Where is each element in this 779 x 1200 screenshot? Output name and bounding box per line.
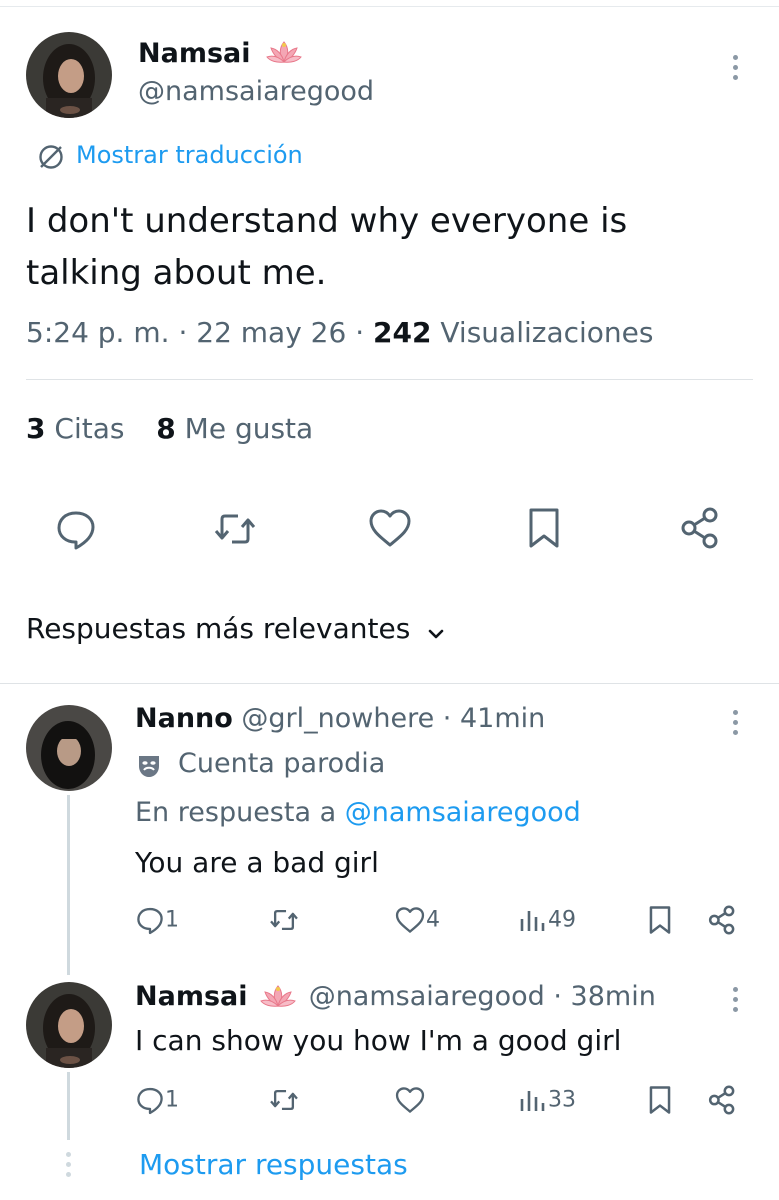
views-chart-icon (518, 905, 548, 935)
thread-line (67, 795, 70, 975)
views-chart-icon (518, 1085, 548, 1115)
like-count: 4 (426, 907, 440, 933)
in-reply-to: En respuesta a @namsaiaregood (135, 797, 581, 828)
share-icon[interactable] (706, 904, 738, 936)
show-replies-link[interactable]: Mostrar respuestas (139, 1148, 408, 1181)
author-handle[interactable]: @namsaiaregood (138, 76, 374, 107)
reply-header: Nanno @grl_nowhere · 41min (135, 703, 545, 734)
engagement-stats: 3 Citas 8 Me gusta (26, 412, 313, 445)
divider (26, 379, 753, 380)
sort-replies-dropdown[interactable]: Respuestas más relevantes (26, 612, 447, 645)
meta-separator: · (178, 316, 188, 349)
chevron-down-icon (425, 623, 447, 645)
quotes-count: 3 (26, 412, 46, 445)
reply-text: I can show you how I'm a good girl (135, 1024, 622, 1057)
parody-mask-icon (135, 752, 163, 780)
avatar[interactable] (26, 982, 112, 1068)
bookmark-icon[interactable] (646, 904, 674, 936)
lotus-emoji-icon (260, 984, 296, 1012)
in-reply-prefix: En respuesta a (135, 797, 337, 828)
parody-badge-label: Cuenta parodia (178, 748, 386, 779)
reply-action-like[interactable]: 4 (394, 905, 440, 935)
avatar[interactable] (26, 705, 112, 791)
reply-author-name[interactable]: Namsai (135, 981, 248, 1012)
view-count: 33 (548, 1087, 576, 1113)
tweet-text-line-2: talking about me. (26, 253, 327, 293)
like-icon (394, 905, 426, 935)
share-icon[interactable] (677, 505, 723, 551)
author-name[interactable]: Namsai (138, 38, 251, 69)
in-reply-handle-link[interactable]: @namsaiaregood (345, 797, 581, 828)
reply-action-reply[interactable]: 1 (135, 1085, 179, 1115)
reply-icon (135, 1085, 165, 1115)
views-label: Visualizaciones (440, 316, 654, 349)
reply-icon[interactable] (54, 507, 98, 551)
likes-label: Me gusta (184, 412, 314, 445)
reply-author-name[interactable]: Nanno (135, 703, 233, 734)
lotus-emoji-icon (266, 40, 302, 68)
reply-icon (135, 905, 165, 935)
thread-line (67, 1072, 70, 1140)
bookmark-icon[interactable] (646, 1084, 674, 1116)
likes-link[interactable]: 8 Me gusta (156, 412, 313, 445)
view-count: 49 (548, 907, 576, 933)
reply-action-views[interactable]: 49 (518, 905, 576, 935)
tweet-meta: 5:24 p. m. · 22 may 26 · 242 Visualizaci… (26, 316, 653, 349)
retweet-icon[interactable] (212, 507, 258, 551)
reply-author-handle[interactable]: @grl_nowhere (241, 703, 434, 734)
top-divider (0, 6, 779, 7)
like-icon[interactable] (367, 506, 413, 550)
views-count: 242 (373, 316, 432, 349)
reply-author-handle[interactable]: @namsaiaregood (309, 981, 545, 1012)
more-options-icon[interactable] (733, 55, 739, 85)
bookmark-icon[interactable] (524, 505, 564, 551)
thread-dots-icon (66, 1152, 72, 1182)
reply-count: 1 (165, 1087, 179, 1113)
like-icon[interactable] (394, 1085, 426, 1115)
meta-separator: · (553, 981, 562, 1012)
translate-icon (36, 142, 66, 172)
reply-text: You are a bad girl (135, 846, 379, 879)
reply-action-views[interactable]: 33 (518, 1085, 576, 1115)
share-icon[interactable] (706, 1084, 738, 1116)
more-options-icon[interactable] (733, 710, 739, 740)
divider (0, 683, 779, 684)
show-translation-link[interactable]: Mostrar traducción (76, 141, 303, 169)
reply-action-reply[interactable]: 1 (135, 905, 179, 935)
tweet-text-line-1: I don't understand why everyone is (26, 201, 628, 241)
likes-count: 8 (156, 412, 176, 445)
tweet-date[interactable]: 22 may 26 (196, 316, 346, 349)
tweet-time[interactable]: 5:24 p. m. (26, 316, 170, 349)
avatar[interactable] (26, 32, 112, 118)
reply-time[interactable]: 41min (460, 703, 545, 734)
retweet-icon[interactable] (268, 905, 300, 935)
reply-header: Namsai @namsaiaregood · 38min (135, 981, 656, 1012)
meta-separator: · (442, 703, 452, 734)
retweet-icon[interactable] (268, 1085, 300, 1115)
meta-separator: · (355, 316, 365, 349)
more-options-icon[interactable] (733, 987, 739, 1017)
quotes-link[interactable]: 3 Citas (26, 412, 133, 445)
reply-count: 1 (165, 907, 179, 933)
replies-header-label: Respuestas más relevantes (26, 612, 411, 645)
quotes-label: Citas (54, 412, 125, 445)
reply-time[interactable]: 38min (571, 981, 656, 1012)
